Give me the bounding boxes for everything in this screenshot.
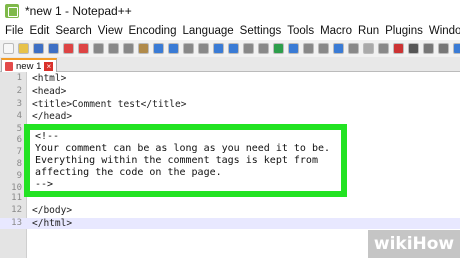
save-macro-icon[interactable] [453,43,460,54]
menu-settings[interactable]: Settings [240,25,282,37]
close-icon[interactable] [63,43,74,54]
menu-view[interactable]: View [98,25,123,37]
line-text: <html> [32,73,67,84]
indent-guide-icon[interactable] [303,43,314,54]
line-number: 11 [11,193,22,203]
line-number: 4 [16,111,22,121]
comment-line: <!-- [35,131,60,142]
line-number: 3 [16,99,22,109]
wikihow-watermark: wikiHow [368,230,460,258]
find-icon[interactable] [183,43,194,54]
code-line[interactable]: 4 </head> [0,111,460,122]
watermark-text: wikiHow [373,234,455,254]
folder-icon[interactable] [363,43,374,54]
title-bar: *new 1 - Notepad++ [0,0,460,22]
sync-v-icon[interactable] [243,43,254,54]
line-number: 5 [16,124,22,134]
line-number: 8 [16,159,22,169]
undo-icon[interactable] [153,43,164,54]
monitor-icon[interactable] [378,43,389,54]
menu-plugins[interactable]: Plugins [385,25,423,37]
zoom-out-icon[interactable] [228,43,239,54]
new-file-icon[interactable] [3,43,14,54]
line-text: </head> [32,111,73,122]
line-number: 9 [16,171,22,181]
comment-line: affecting the code on the page. [35,167,222,178]
print-icon[interactable] [93,43,104,54]
window-title: *new 1 - Notepad++ [25,4,132,18]
line-number: 7 [16,147,22,157]
zoom-in-icon[interactable] [213,43,224,54]
unsaved-file-icon [5,61,13,71]
paste-icon[interactable] [138,43,149,54]
wrap-icon[interactable] [273,43,284,54]
code-line[interactable]: 12 </body> [0,205,460,216]
menu-window[interactable]: Window [429,25,460,37]
comment-line: --> [35,179,54,190]
close-all-icon[interactable] [78,43,89,54]
menu-search[interactable]: Search [55,25,91,37]
lang-icon[interactable] [318,43,329,54]
function-list-icon[interactable] [348,43,359,54]
line-number: 1 [16,73,22,83]
tab-label: new 1 [16,60,42,72]
menu-tools[interactable]: Tools [287,25,314,37]
menu-file[interactable]: File [5,25,24,37]
line-number: 6 [16,135,22,145]
line-text: </html> [32,218,73,229]
all-chars-icon[interactable] [288,43,299,54]
menu-encoding[interactable]: Encoding [129,25,177,37]
code-line[interactable]: 3 <title>Comment test</title> [0,99,460,110]
sync-h-icon[interactable] [258,43,269,54]
line-number: 12 [11,205,22,215]
line-number: 2 [16,86,22,96]
menu-macro[interactable]: Macro [320,25,352,37]
line-number: 13 [11,218,22,228]
save-icon[interactable] [33,43,44,54]
cut-icon[interactable] [108,43,119,54]
save-all-icon[interactable] [48,43,59,54]
stop-icon[interactable] [408,43,419,54]
play-icon[interactable] [423,43,434,54]
code-line[interactable]: 1 <html> [0,73,460,84]
line-text: </body> [32,205,73,216]
notepadpp-app-icon [5,4,19,18]
line-text: <head> [32,86,67,97]
copy-icon[interactable] [123,43,134,54]
tab-bar: new 1 × [0,57,460,72]
menu-language[interactable]: Language [182,25,233,37]
record-icon[interactable] [393,43,404,54]
comment-highlight-box: <!-- Your comment can be as long as you n… [24,124,347,197]
replace-icon[interactable] [198,43,209,54]
comment-line: Your comment can be as long as you need … [35,143,331,154]
redo-icon[interactable] [168,43,179,54]
play-multi-icon[interactable] [438,43,449,54]
toolbar [0,40,460,57]
menu-run[interactable]: Run [358,25,379,37]
comment-line: Everything within the comment tags is ke… [35,155,318,166]
line-text: <title>Comment test</title> [32,99,187,110]
code-line[interactable]: 2 <head> [0,86,460,97]
open-icon[interactable] [18,43,29,54]
tab-close-icon[interactable]: × [44,61,54,71]
tab-new-1[interactable]: new 1 × [1,58,57,72]
code-line[interactable]: 13 </html> [0,218,460,229]
menu-bar: File Edit Search View Encoding Language … [0,22,460,40]
doc-map-icon[interactable] [333,43,344,54]
menu-edit[interactable]: Edit [30,25,50,37]
